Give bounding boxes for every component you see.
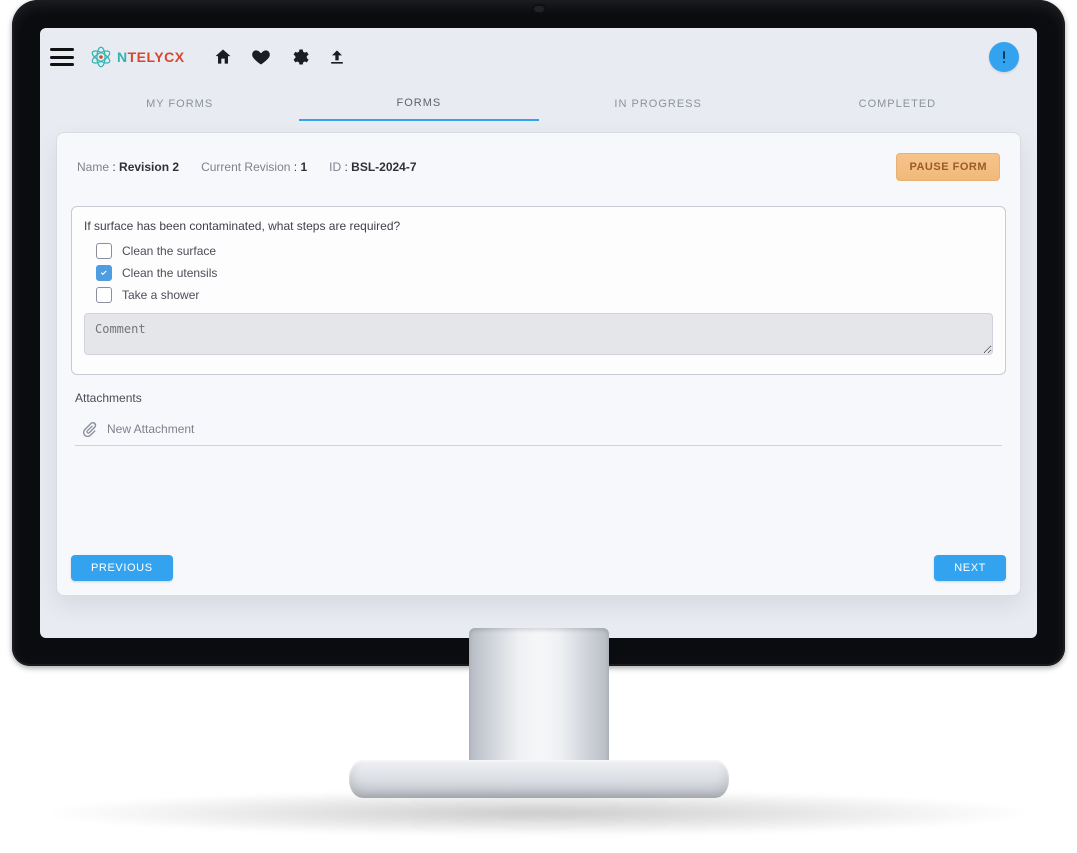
- meta-revision: Current Revision : 1: [201, 160, 307, 174]
- brand-text: NTELYCX: [117, 49, 185, 65]
- toolbar-icons: [213, 47, 347, 67]
- monitor-bezel: NTELYCX: [12, 0, 1065, 666]
- checkbox-icon: [96, 265, 112, 281]
- heart-icon[interactable]: [251, 47, 271, 67]
- new-attachment-row[interactable]: New Attachment: [75, 413, 1002, 446]
- tabs: MY FORMS FORMS IN PROGRESS COMPLETED: [40, 86, 1037, 122]
- menu-button[interactable]: [50, 48, 74, 66]
- checkbox-icon: [96, 243, 112, 259]
- topbar: NTELYCX: [40, 28, 1037, 86]
- desk-shadow: [39, 790, 1039, 836]
- exclamation-icon: [1000, 50, 1008, 64]
- alerts-button[interactable]: [989, 42, 1019, 72]
- tab-forms[interactable]: FORMS: [299, 87, 538, 121]
- meta-id: ID : BSL-2024-7: [329, 160, 416, 174]
- app-root: NTELYCX: [40, 28, 1037, 638]
- next-button[interactable]: NEXT: [934, 555, 1006, 581]
- comment-textarea[interactable]: [84, 313, 993, 355]
- nav-buttons: PREVIOUS NEXT: [71, 555, 1006, 581]
- option-label: Clean the surface: [122, 244, 216, 258]
- device-mock: NTELYCX: [0, 0, 1077, 853]
- webcam-dot: [534, 6, 544, 12]
- options: Clean the surface Clean the utensils T: [96, 243, 993, 303]
- option-2[interactable]: Take a shower: [96, 287, 993, 303]
- attachments-title: Attachments: [75, 391, 1002, 405]
- topbar-left: NTELYCX: [50, 44, 347, 70]
- checkbox-icon: [96, 287, 112, 303]
- upload-icon[interactable]: [327, 47, 347, 67]
- pause-form-button[interactable]: PAUSE FORM: [896, 153, 1000, 181]
- atom-icon: [88, 44, 114, 70]
- tab-completed[interactable]: COMPLETED: [778, 88, 1017, 120]
- question-card: If surface has been contaminated, what s…: [71, 206, 1006, 375]
- form-panel: Name : Revision 2 Current Revision : 1 I: [56, 132, 1021, 596]
- home-icon[interactable]: [213, 47, 233, 67]
- screen: NTELYCX: [40, 28, 1037, 638]
- attachments-section: Attachments New Attachment: [71, 391, 1006, 446]
- option-1[interactable]: Clean the utensils: [96, 265, 993, 281]
- form-meta-left: Name : Revision 2 Current Revision : 1 I: [77, 160, 417, 174]
- previous-button[interactable]: PREVIOUS: [71, 555, 173, 581]
- option-0[interactable]: Clean the surface: [96, 243, 993, 259]
- new-attachment-label: New Attachment: [107, 422, 194, 436]
- tab-my-forms[interactable]: MY FORMS: [60, 88, 299, 120]
- meta-name: Name : Revision 2: [77, 160, 179, 174]
- paperclip-icon: [81, 421, 97, 437]
- question-text: If surface has been contaminated, what s…: [84, 219, 993, 233]
- tab-in-progress[interactable]: IN PROGRESS: [539, 88, 778, 120]
- logo[interactable]: NTELYCX: [88, 44, 185, 70]
- form-meta: Name : Revision 2 Current Revision : 1 I: [71, 147, 1006, 194]
- option-label: Take a shower: [122, 288, 199, 302]
- monitor-stand-neck: [469, 628, 609, 778]
- gear-icon[interactable]: [289, 47, 309, 67]
- option-label: Clean the utensils: [122, 266, 217, 280]
